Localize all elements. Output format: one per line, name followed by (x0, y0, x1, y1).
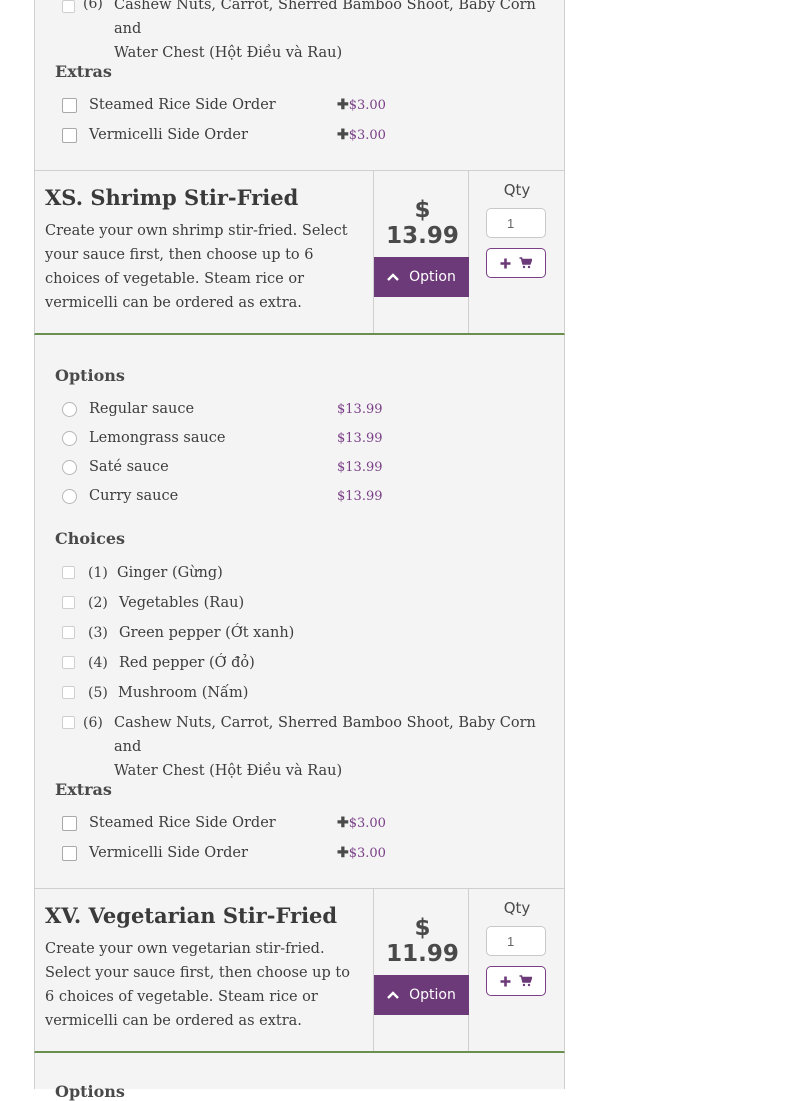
menu-item-xv: XV. Vegetarian Stir-Fried Create your ow… (34, 888, 565, 1053)
item-description: Create your own shrimp stir-fried. Selec… (45, 223, 348, 311)
qty-label: Qty (503, 899, 531, 917)
extras-title: Extras (55, 62, 112, 81)
sauce-regular-radio[interactable] (62, 402, 77, 417)
choice-1-number: (1) (88, 565, 108, 581)
choice-2-checkbox[interactable] (62, 596, 75, 609)
extra-vermicelli-price: ✚$3.00 (337, 127, 386, 143)
qty-label: Qty (503, 181, 531, 199)
choice-2-number: (2) (88, 595, 108, 611)
choice-5-number: (5) (88, 685, 108, 701)
extra-rice-label: Steamed Rice Side Order (89, 97, 276, 113)
choice-6-number: (6) (83, 715, 103, 731)
option-label: Option (409, 269, 456, 285)
sauce-sate-label: Saté sauce (89, 459, 169, 475)
choice-6-number: (6) (83, 0, 103, 12)
choice-1-checkbox[interactable] (62, 566, 75, 579)
item-price: $ 13.99 (386, 197, 459, 249)
choice-6-label: Cashew Nuts, Carrot, Sherred Bamboo Shoo… (114, 715, 536, 779)
sauce-lemongrass-radio[interactable] (62, 431, 77, 446)
choice-4-label: Red pepper (Ớ đỏ) (119, 655, 255, 671)
plus-icon: ✚ (337, 845, 349, 861)
qty-input[interactable] (486, 926, 546, 956)
chevron-up-icon (387, 273, 399, 281)
option-toggle-button[interactable]: Option (374, 975, 469, 1015)
choice-6-label: Cashew Nuts, Carrot, Sherred Bamboo Shoo… (114, 0, 536, 61)
choice-6-checkbox[interactable] (62, 0, 75, 13)
choice-4-checkbox[interactable] (62, 656, 75, 669)
choice-4-number: (4) (88, 655, 108, 671)
add-to-cart-button[interactable] (486, 966, 546, 996)
extra-rice-checkbox[interactable] (62, 98, 77, 113)
cart-icon (519, 975, 532, 987)
qty-input[interactable] (486, 208, 546, 238)
option-toggle-button[interactable]: Option (374, 257, 469, 297)
choice-5-checkbox[interactable] (62, 686, 75, 699)
choice-3-number: (3) (88, 625, 108, 641)
choice-3-label: Green pepper (Ớt xanh) (119, 625, 295, 641)
sauce-curry-label: Curry sauce (89, 488, 179, 504)
extra-vermicelli-label: Vermicelli Side Order (89, 127, 248, 143)
divider (373, 171, 374, 333)
extra-rice-label: Steamed Rice Side Order (89, 815, 276, 831)
option-label: Option (409, 987, 456, 1003)
item-description: Create your own vegetarian stir-fried. S… (45, 941, 350, 1029)
cart-icon (519, 257, 532, 269)
extra-vermicelli-checkbox[interactable] (62, 846, 77, 861)
choice-1-label: Ginger (Gừng) (117, 565, 223, 581)
plus-icon: ✚ (337, 127, 349, 143)
sauce-lemongrass-label: Lemongrass sauce (89, 430, 226, 446)
divider (373, 889, 374, 1051)
plus-icon: ✚ (337, 97, 349, 113)
add-to-cart-button[interactable] (486, 248, 546, 278)
item-price: $ 11.99 (386, 915, 459, 967)
choice-6-checkbox[interactable] (62, 716, 75, 729)
extra-vermicelli-checkbox[interactable] (62, 128, 77, 143)
sauce-lemongrass-price: $13.99 (337, 431, 383, 446)
menu-item-xs: XS. Shrimp Stir-Fried Create your own sh… (34, 170, 565, 335)
choice-2-label: Vegetables (Rau) (119, 595, 245, 611)
choice-3-checkbox[interactable] (62, 626, 75, 639)
item-title: XS. Shrimp Stir-Fried (45, 185, 299, 210)
sauce-curry-radio[interactable] (62, 489, 77, 504)
plus-icon (500, 976, 511, 987)
extra-vermicelli-label: Vermicelli Side Order (89, 845, 248, 861)
options-title: Options (55, 1082, 125, 1101)
sauce-sate-price: $13.99 (337, 460, 383, 475)
extra-rice-checkbox[interactable] (62, 816, 77, 831)
options-panel-xs: Options Regular sauce $13.99 Lemongrass … (34, 335, 565, 888)
plus-icon (500, 258, 511, 269)
options-title: Options (55, 366, 125, 385)
sauce-regular-price: $13.99 (337, 402, 383, 417)
sauce-regular-label: Regular sauce (89, 401, 195, 417)
choices-title: Choices (55, 529, 126, 548)
sauce-curry-price: $13.99 (337, 489, 383, 504)
extra-rice-price: ✚$3.00 (337, 97, 386, 113)
options-panel-xv: Options (34, 1053, 565, 1101)
sauce-sate-radio[interactable] (62, 460, 77, 475)
extras-title: Extras (55, 780, 112, 799)
choice-5-label: Mushroom (Nấm) (118, 685, 249, 701)
extra-rice-price: ✚$3.00 (337, 815, 386, 831)
chevron-up-icon (387, 991, 399, 999)
options-panel-previous: (6) Cashew Nuts, Carrot, Sherred Bamboo … (34, 0, 565, 170)
item-title: XV. Vegetarian Stir-Fried (45, 903, 338, 928)
plus-icon: ✚ (337, 815, 349, 831)
extra-vermicelli-price: ✚$3.00 (337, 845, 386, 861)
